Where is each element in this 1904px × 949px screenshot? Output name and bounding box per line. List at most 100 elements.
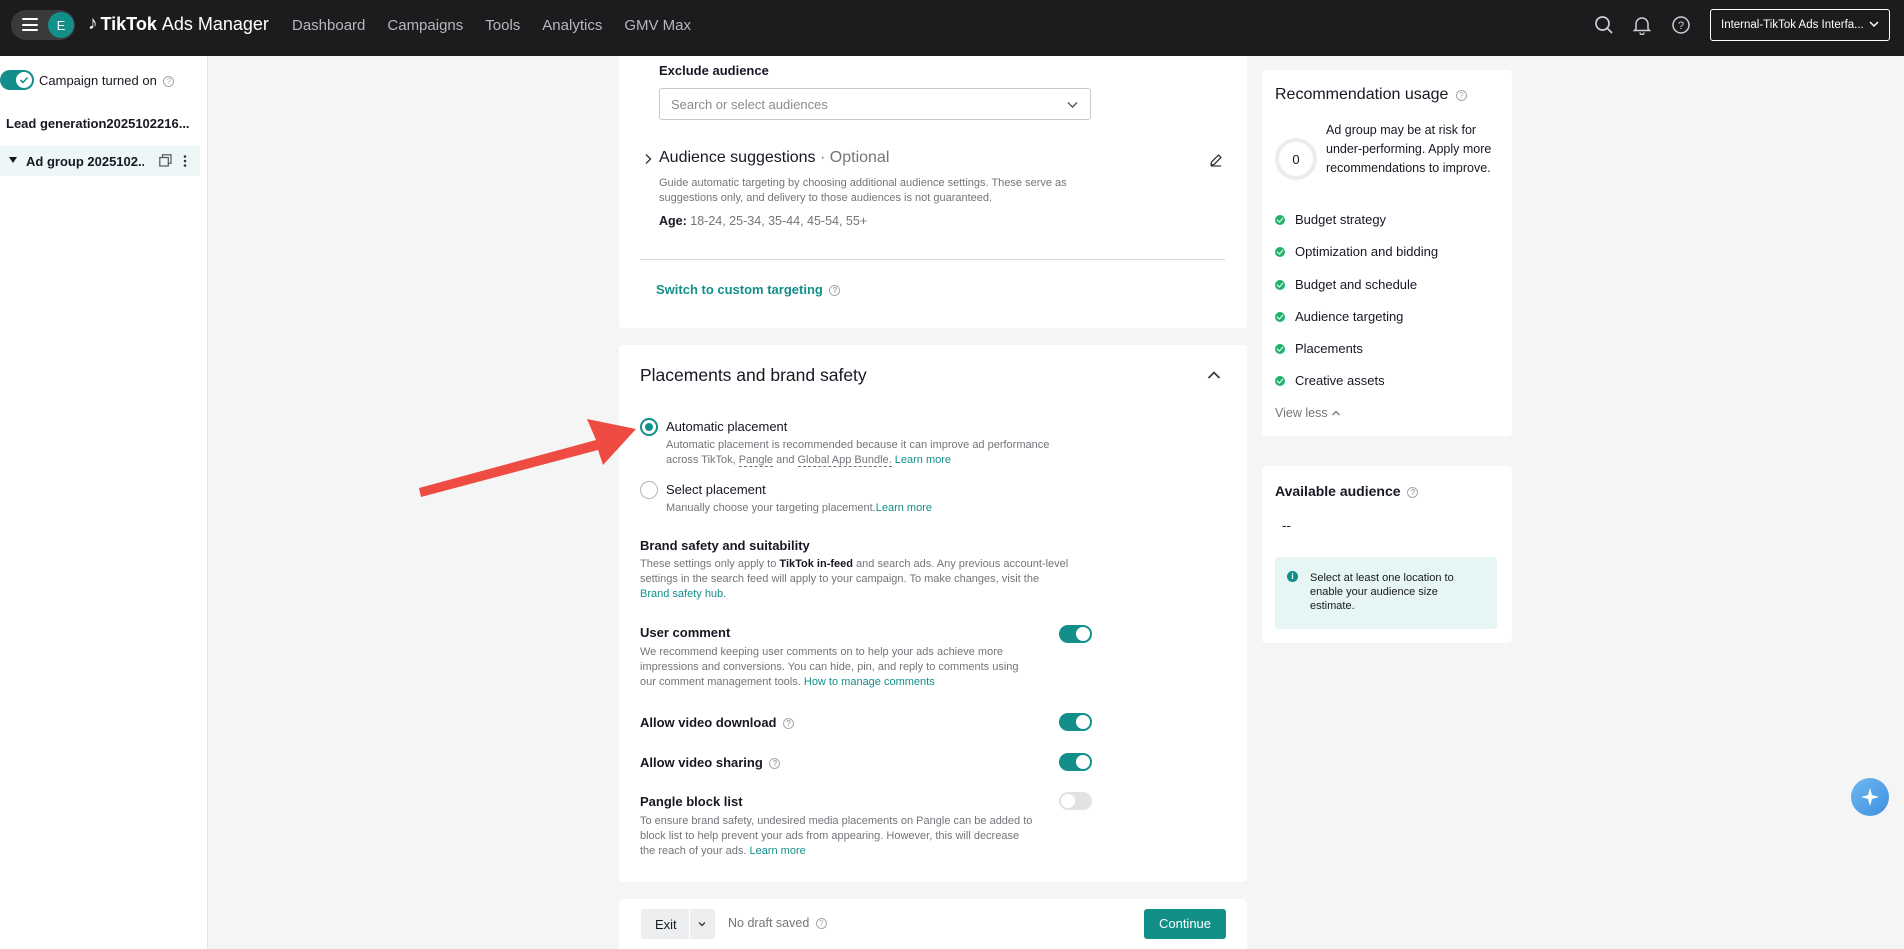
auto-learn-more-link[interactable]: Learn more [895, 454, 951, 466]
nav-gmv-max[interactable]: GMV Max [624, 17, 691, 34]
global-app-bundle-term[interactable]: Global App Bundle. [797, 454, 892, 467]
nav-dashboard[interactable]: Dashboard [292, 17, 365, 34]
recommendation-desc: Ad group may be at risk for under-perfor… [1326, 123, 1492, 175]
assistant-button[interactable] [1851, 778, 1889, 816]
draft-status: No draft saved ? [728, 916, 827, 930]
select-desc-text: Manually choose your targeting placement… [666, 502, 876, 514]
exclude-audience-label: Exclude audience [659, 63, 769, 78]
top-bar: E ♪ TikTok Ads Manager Dashboard Campaig… [0, 0, 1904, 56]
brand-safety-hub-link[interactable]: Brand safety hub. [640, 587, 1090, 602]
exit-button[interactable]: Exit [641, 909, 715, 939]
svg-text:?: ? [1678, 20, 1684, 32]
continue-button[interactable]: Continue [1144, 909, 1226, 939]
automatic-placement-radio[interactable] [640, 418, 658, 436]
switch-custom-targeting[interactable]: Switch to custom targeting ? [656, 282, 841, 297]
edit-icon[interactable] [1209, 153, 1223, 167]
brand-safety-title: Brand safety and suitability [640, 538, 810, 553]
video-download-toggle[interactable] [1059, 713, 1092, 731]
nav-tools[interactable]: Tools [485, 17, 520, 34]
check-circle-icon [1275, 375, 1285, 386]
help-icon[interactable]: ? [1671, 15, 1691, 35]
user-comment-toggle[interactable] [1059, 625, 1092, 643]
auto-desc-line2: across TikTok, Pangle and Global App Bun… [666, 453, 1086, 468]
automatic-placement-desc: Automatic placement is recommended becau… [666, 438, 1086, 468]
avatar[interactable]: E [48, 12, 74, 38]
help-icon[interactable]: ? [769, 758, 781, 769]
user-comment-title: User comment [640, 625, 731, 640]
comment-desc-3: our comment management tools. [640, 676, 801, 688]
check-circle-icon [1275, 279, 1285, 290]
recommendation-score-value: 0 [1292, 151, 1300, 167]
sidebar-campaign-name[interactable]: Lead generation2025102216... [6, 116, 196, 131]
audience-card: Exclude audience Search or select audien… [619, 56, 1247, 328]
rec-item-label: Budget and schedule [1295, 277, 1418, 292]
caret-down-icon[interactable] [9, 157, 17, 163]
select-placement-label[interactable]: Select placement [666, 482, 766, 497]
toggle-knob [1076, 715, 1090, 729]
chevron-right-icon[interactable] [643, 153, 653, 165]
rec-item-budget-schedule: Budget and schedule [1275, 277, 1417, 292]
exclude-audience-placeholder: Search or select audiences [671, 97, 828, 112]
auto-desc-and: and [776, 454, 795, 466]
audience-suggestions-desc: Guide automatic targeting by choosing ad… [659, 177, 1067, 204]
brand-logo[interactable]: ♪ TikTok Ads Manager [88, 13, 269, 35]
brand-desc-1b: TikTok in-feed [779, 558, 853, 570]
info-banner: i Select at least one location to enable… [1275, 557, 1497, 629]
ad-group-name: Ad group 2025102... [26, 154, 144, 169]
available-audience-heading: Available audience ? [1275, 483, 1419, 499]
select-learn-more-link[interactable]: Learn more [876, 502, 932, 514]
account-name: Internal-TikTok Ads Interfa... [1721, 19, 1864, 31]
rec-item-label: Optimization and bidding [1295, 244, 1439, 259]
exit-label: Exit [655, 917, 677, 932]
pangle-block-title: Pangle block list [640, 794, 743, 809]
bell-icon[interactable] [1632, 15, 1652, 35]
help-icon[interactable]: ? [163, 76, 175, 87]
campaign-toggle[interactable] [0, 70, 34, 90]
nav-campaigns[interactable]: Campaigns [387, 17, 463, 34]
exclude-audience-select[interactable]: Search or select audiences [659, 88, 1091, 120]
pangle-block-toggle[interactable] [1059, 792, 1092, 810]
campaign-status-label: Campaign turned on [39, 73, 157, 88]
help-icon[interactable]: ? [783, 718, 795, 729]
sidebar: Campaign turned on ? Lead generation2025… [0, 56, 208, 949]
toggle-knob [1061, 794, 1075, 808]
check-circle-icon [1275, 214, 1285, 225]
rec-item-placements: Placements [1275, 341, 1363, 356]
recommendation-title: Recommendation usage [1275, 86, 1449, 103]
draft-status-label: No draft saved [728, 916, 810, 930]
pangle-term[interactable]: Pangle [738, 454, 774, 467]
check-circle-icon [1275, 246, 1285, 257]
rec-item-audience-targeting: Audience targeting [1275, 309, 1403, 324]
video-sharing-toggle[interactable] [1059, 753, 1092, 771]
automatic-placement-label[interactable]: Automatic placement [666, 419, 787, 434]
chevron-up-icon[interactable] [1207, 370, 1221, 380]
check-icon [16, 72, 32, 88]
placements-card: Placements and brand safety Automatic pl… [619, 345, 1247, 882]
switch-custom-targeting-link[interactable]: Switch to custom targeting [656, 282, 823, 297]
chevron-down-icon[interactable] [697, 919, 707, 929]
rec-item-label: Creative assets [1295, 373, 1385, 388]
toggle-knob [1076, 755, 1090, 769]
auto-desc-prefix: across TikTok, [666, 454, 736, 466]
rec-item-label: Audience targeting [1295, 309, 1404, 324]
pangle-learn-more-link[interactable]: Learn more [749, 845, 805, 857]
nav-analytics[interactable]: Analytics [542, 17, 602, 34]
chevron-down-icon [1869, 21, 1879, 28]
help-icon[interactable]: ? [1407, 487, 1419, 498]
available-audience-card: Available audience ? -- i Select at leas… [1262, 466, 1512, 643]
copy-icon[interactable] [159, 154, 172, 167]
help-icon[interactable]: ? [815, 918, 827, 929]
more-vertical-icon[interactable] [183, 154, 187, 168]
hamburger-icon[interactable] [22, 18, 38, 31]
brand-desc-1c: and search ads. Any previous account-lev… [856, 558, 1069, 570]
tiktok-note-icon: ♪ [88, 13, 98, 34]
manage-comments-link[interactable]: How to manage comments [804, 676, 935, 688]
help-icon[interactable]: ? [1455, 90, 1467, 101]
search-icon[interactable] [1594, 15, 1614, 35]
view-less-toggle[interactable]: View less [1275, 406, 1341, 420]
audience-suggestions-heading[interactable]: Audience suggestions · Optional [659, 149, 889, 167]
help-icon[interactable]: ? [829, 285, 841, 296]
sidebar-item-ad-group[interactable]: Ad group 2025102... [0, 146, 200, 176]
select-placement-radio[interactable] [640, 481, 658, 499]
account-selector[interactable]: Internal-TikTok Ads Interfa... [1710, 9, 1890, 41]
